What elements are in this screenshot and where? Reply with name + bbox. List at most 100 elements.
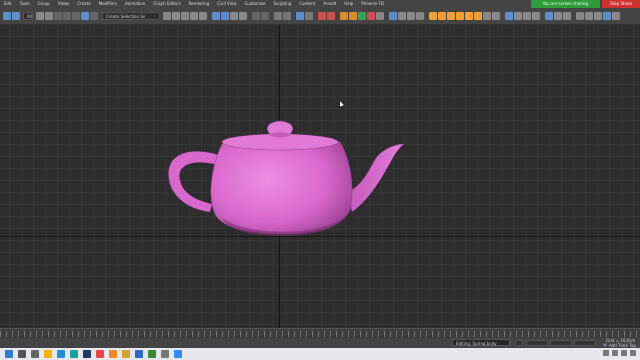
menu-item-modifiers[interactable]: Modifiers: [95, 0, 121, 8]
redo-icon[interactable]: [12, 12, 20, 20]
vray-options-icon[interactable]: [563, 12, 571, 20]
x-coordinate-field[interactable]: [526, 340, 548, 346]
schematic-view-icon[interactable]: [239, 12, 247, 20]
volume-icon[interactable]: [612, 350, 618, 356]
vray-lister-icon[interactable]: [554, 12, 562, 20]
move-icon[interactable]: [81, 12, 89, 20]
vray-scene-converter-icon[interactable]: [545, 12, 553, 20]
phoenix-start-icon[interactable]: [358, 12, 366, 20]
rectangle-selection-icon[interactable]: [72, 12, 80, 20]
viewport-layout-icon[interactable]: [296, 12, 304, 20]
menu-item-content[interactable]: Content: [295, 0, 319, 8]
menu-item-rendering[interactable]: Rendering: [185, 0, 213, 8]
phoenix-liquid-icon[interactable]: [349, 12, 357, 20]
vray-plane-icon[interactable]: [532, 12, 540, 20]
folder-icon[interactable]: [122, 350, 130, 358]
vray-fur-icon[interactable]: [492, 12, 500, 20]
phoenix-settings-icon[interactable]: [376, 12, 384, 20]
mirror-icon[interactable]: [190, 12, 198, 20]
phoenix-fire-icon[interactable]: [340, 12, 348, 20]
vray-icon[interactable]: [109, 350, 117, 358]
quick-render-icon[interactable]: [305, 12, 313, 20]
vray-dome-icon[interactable]: [456, 12, 464, 20]
photoshop-icon[interactable]: [83, 350, 91, 358]
phoenix-stop-icon[interactable]: [367, 12, 375, 20]
vray-light-icon[interactable]: [438, 12, 446, 20]
chaos-scatter-icon[interactable]: [576, 12, 584, 20]
menu-item-tools[interactable]: Tools: [16, 0, 34, 8]
settings-icon[interactable]: [161, 350, 169, 358]
menu-item-create[interactable]: Create: [73, 0, 94, 8]
render-active-icon[interactable]: [327, 12, 335, 20]
chrome-icon[interactable]: [96, 350, 104, 358]
link-icon[interactable]: [36, 12, 44, 20]
render-frame-icon[interactable]: [274, 12, 282, 20]
menu-item-animation[interactable]: Animation: [121, 0, 149, 8]
z-coordinate-field[interactable]: [574, 340, 596, 346]
record-icon[interactable]: [318, 12, 326, 20]
stop-icon[interactable]: [407, 12, 415, 20]
maxscript-prompt[interactable]: Editing: Spring body: [452, 339, 510, 346]
menu-item-scripting[interactable]: Scripting: [270, 0, 296, 8]
layer-manager-icon[interactable]: [212, 12, 220, 20]
network-icon[interactable]: [603, 350, 609, 356]
align-icon[interactable]: [199, 12, 207, 20]
snap-icon[interactable]: [163, 12, 171, 20]
selection-set-dropdown[interactable]: Create Selection Se: [102, 12, 160, 20]
task-view-icon[interactable]: [31, 350, 39, 358]
menu-item-views[interactable]: Views: [54, 0, 74, 8]
file-explorer-icon[interactable]: [44, 350, 52, 358]
zoom-icon[interactable]: [174, 350, 182, 358]
material-editor-icon[interactable]: [252, 12, 260, 20]
vray-clipper-icon[interactable]: [523, 12, 531, 20]
windows-start-icon[interactable]: [5, 350, 13, 358]
menu-item-arnold[interactable]: Arnold: [319, 0, 340, 8]
search-icon[interactable]: [18, 350, 26, 358]
3dsmax-icon[interactable]: [70, 350, 78, 358]
screen-sharing-indicator[interactable]: You are screen sharing: [530, 0, 601, 8]
vray-ies-icon[interactable]: [465, 12, 473, 20]
lock-selection-icon[interactable]: [515, 340, 523, 346]
percent-snap-icon[interactable]: [181, 12, 189, 20]
teapot-object[interactable]: [164, 114, 414, 244]
scene-explorer-icon[interactable]: [221, 12, 229, 20]
time-tag-icon[interactable]: [603, 343, 607, 347]
render-setup-icon[interactable]: [261, 12, 269, 20]
menu-item-phoenix-fd[interactable]: Phoenix FD: [357, 0, 388, 8]
angle-snap-icon[interactable]: [172, 12, 180, 20]
pause-icon[interactable]: [398, 12, 406, 20]
vray-sun-icon[interactable]: [447, 12, 455, 20]
vray-decal-icon[interactable]: [585, 12, 593, 20]
vray-frame-buffer-icon[interactable]: [429, 12, 437, 20]
menu-item-help[interactable]: Help: [340, 0, 357, 8]
vray-proxy-icon[interactable]: [483, 12, 491, 20]
menu-item-edit[interactable]: Edit: [0, 0, 16, 8]
play-icon[interactable]: [389, 12, 397, 20]
menu-item-group[interactable]: Group: [34, 0, 54, 8]
curve-editor-icon[interactable]: [230, 12, 238, 20]
battery-icon[interactable]: [621, 350, 627, 356]
unlink-icon[interactable]: [45, 12, 53, 20]
mail-icon[interactable]: [135, 350, 143, 358]
vray-camera-icon[interactable]: [474, 12, 482, 20]
render-icon[interactable]: [283, 12, 291, 20]
select-by-name-icon[interactable]: [63, 12, 71, 20]
step-icon[interactable]: [416, 12, 424, 20]
undo-icon[interactable]: [3, 12, 11, 20]
vray-material-icon[interactable]: [514, 12, 522, 20]
menu-item-customize[interactable]: Customize: [241, 0, 270, 8]
y-coordinate-field[interactable]: [550, 340, 572, 346]
clock-icon[interactable]: [630, 350, 636, 356]
selection-filter-dropdown[interactable]: All: [23, 12, 33, 20]
edge-browser-icon[interactable]: [57, 350, 65, 358]
select-object-icon[interactable]: [54, 12, 62, 20]
rotate-icon[interactable]: [90, 12, 98, 20]
menu-item-civil-view[interactable]: Civil View: [213, 0, 240, 8]
vray-help-icon[interactable]: [612, 12, 620, 20]
vray-cosmos-icon[interactable]: [505, 12, 513, 20]
menu-item-graph-editors[interactable]: Graph Editors: [149, 0, 184, 8]
vray-enmesh-icon[interactable]: [594, 12, 602, 20]
calendar-icon[interactable]: [148, 350, 156, 358]
vray-vision-icon[interactable]: [603, 12, 611, 20]
stop-share-button[interactable]: Stop Share: [602, 0, 640, 8]
